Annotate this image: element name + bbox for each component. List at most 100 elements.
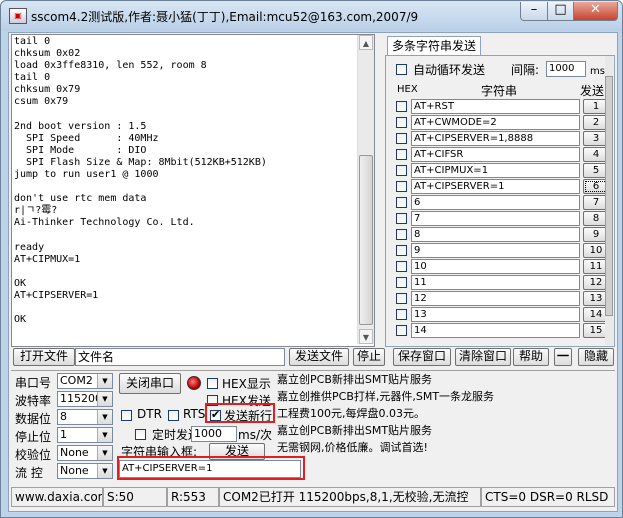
- row-string-input[interactable]: AT+CIPMUX=1: [411, 163, 580, 178]
- row-hex-checkbox[interactable]: [396, 325, 407, 336]
- send-file-button[interactable]: 发送文件: [289, 348, 349, 366]
- stop-button[interactable]: 停止: [353, 348, 385, 366]
- client-area: tail 0 chksum 0x02 load 0x3ffe8310, len …: [8, 32, 618, 512]
- row-hex-checkbox[interactable]: [396, 245, 407, 256]
- row-string-input[interactable]: 6: [411, 195, 580, 210]
- row-string-input[interactable]: 14: [411, 323, 580, 338]
- receive-area[interactable]: tail 0 chksum 0x02 load 0x3ffe8310, len …: [11, 34, 375, 347]
- list-item: 14 15: [391, 323, 609, 339]
- timed-send-interval-input[interactable]: 1000: [191, 426, 237, 442]
- minimize-button[interactable]: –: [520, 2, 548, 21]
- timed-send-unit: ms/次: [238, 428, 272, 442]
- port-label: 串口号: [15, 376, 52, 390]
- clear-window-button[interactable]: 清除窗口: [455, 348, 511, 366]
- scroll-up-icon[interactable]: ▲: [359, 35, 373, 50]
- collapse-button[interactable]: 一: [554, 348, 572, 366]
- row-hex-checkbox[interactable]: [396, 213, 407, 224]
- port-select[interactable]: COM2 ▼: [57, 373, 113, 389]
- row-hex-checkbox[interactable]: [396, 117, 407, 128]
- flow-control-select[interactable]: None ▼: [57, 463, 113, 479]
- row-hex-checkbox[interactable]: [396, 277, 407, 288]
- row-string-input[interactable]: 11: [411, 275, 580, 290]
- row-string-input[interactable]: 8: [411, 227, 580, 242]
- baud-value: 115200: [60, 392, 102, 405]
- list-item: AT+CWMODE=2 2: [391, 115, 609, 131]
- row-string-input[interactable]: 13: [411, 307, 580, 322]
- help-button[interactable]: 帮助: [513, 348, 549, 366]
- dtr-label: DTR: [137, 407, 162, 421]
- ad-line: 无需钢网,价格低廉。调试首选!: [277, 441, 428, 454]
- row-hex-checkbox[interactable]: [396, 309, 407, 320]
- chevron-down-icon: ▼: [97, 374, 112, 388]
- rts-checkbox[interactable]: [168, 410, 179, 421]
- tab-multi-string[interactable]: 多条字符串发送: [387, 36, 481, 55]
- receive-scrollbar[interactable]: ▲ ▼: [357, 35, 374, 344]
- title-bar[interactable]: ▣ sscom4.2测试版,作者:聂小猛(丁丁),Email:mcu52@163…: [1, 1, 622, 31]
- parity-select[interactable]: None ▼: [57, 445, 113, 461]
- row-string-input[interactable]: AT+RST: [411, 99, 580, 114]
- chevron-down-icon: ▼: [97, 446, 112, 460]
- hex-show-checkbox[interactable]: [207, 378, 218, 389]
- stop-bits-label: 停止位: [15, 430, 52, 444]
- timed-send-checkbox[interactable]: [135, 429, 146, 440]
- ad-line: 嘉立创PCB新排出SMT贴片服务: [277, 424, 433, 437]
- row-string-input[interactable]: AT+CIPSERVER=1,8888: [411, 131, 580, 146]
- list-item: AT+RST 1: [391, 99, 609, 115]
- maximize-button[interactable]: □: [547, 2, 574, 21]
- row-string-input[interactable]: 7: [411, 211, 580, 226]
- scroll-down-icon[interactable]: ▼: [359, 329, 373, 344]
- row-hex-checkbox[interactable]: [396, 165, 407, 176]
- close-port-button[interactable]: 关闭串口: [119, 373, 181, 394]
- port-value: COM2: [60, 374, 93, 387]
- interval-unit: ms: [590, 66, 605, 77]
- scroll-thumb[interactable]: [359, 155, 373, 325]
- hide-button[interactable]: 隐藏: [578, 348, 614, 366]
- chevron-down-icon: ▼: [97, 428, 112, 442]
- chevron-down-icon: ▼: [97, 464, 112, 478]
- file-name-input[interactable]: 文件名: [75, 348, 285, 366]
- dtr-checkbox[interactable]: [121, 410, 132, 421]
- row-hex-checkbox[interactable]: [396, 229, 407, 240]
- panel-scrollbar[interactable]: [605, 56, 613, 345]
- data-bits-select[interactable]: 8 ▼: [57, 409, 113, 425]
- row-hex-checkbox[interactable]: [396, 149, 407, 160]
- row-hex-checkbox[interactable]: [396, 181, 407, 192]
- panel-scroll-thumb[interactable]: [605, 76, 613, 316]
- highlight-input: [117, 456, 305, 480]
- ad-banner[interactable]: 嘉立创PCB新排出SMT贴片服务 嘉立创推供PCB打样,元器件,SMT一条龙服务…: [277, 371, 527, 456]
- baud-select[interactable]: 115200 ▼: [57, 391, 113, 407]
- open-file-button[interactable]: 打开文件: [13, 348, 75, 366]
- list-item: 11 12: [391, 275, 609, 291]
- row-hex-checkbox[interactable]: [396, 197, 407, 208]
- multi-string-panel: 自动循环发送 间隔: 1000 ms HEX 字符串 发送 AT+RST 1 AT+…: [385, 55, 615, 347]
- list-item: 12 13: [391, 291, 609, 307]
- data-bits-label: 数据位: [15, 412, 52, 426]
- row-string-input[interactable]: AT+CWMODE=2: [411, 115, 580, 130]
- list-item: AT+CIPMUX=1 5: [391, 163, 609, 179]
- row-hex-checkbox[interactable]: [396, 261, 407, 272]
- hex-show-label: HEX显示: [222, 377, 271, 391]
- string-column-header: 字符串: [481, 84, 518, 98]
- row-string-input[interactable]: AT+CIPSERVER=1: [411, 179, 580, 194]
- receive-text: tail 0 chksum 0x02 load 0x3ffe8310, len …: [14, 36, 267, 326]
- close-button[interactable]: ✕: [573, 2, 618, 21]
- save-window-button[interactable]: 保存窗口: [393, 348, 451, 366]
- port-status-light-icon: [187, 376, 201, 390]
- auto-loop-checkbox[interactable]: [396, 64, 407, 75]
- status-site[interactable]: www.daxia.com: [11, 487, 103, 507]
- list-item: 67: [391, 195, 609, 211]
- interval-input[interactable]: 1000: [546, 61, 586, 77]
- stop-bits-select[interactable]: 1 ▼: [57, 427, 113, 443]
- app-icon: ▣: [9, 8, 27, 24]
- row-hex-checkbox[interactable]: [396, 133, 407, 144]
- row-string-input[interactable]: 10: [411, 259, 580, 274]
- row-hex-checkbox[interactable]: [396, 293, 407, 304]
- row-string-input[interactable]: 9: [411, 243, 580, 258]
- row-string-input[interactable]: AT+CIFSR: [411, 147, 580, 162]
- chevron-down-icon: ▼: [97, 392, 112, 406]
- send-column-header: 发送: [580, 84, 605, 98]
- status-sent: S:50: [103, 487, 167, 507]
- row-string-input[interactable]: 12: [411, 291, 580, 306]
- ad-line: 嘉立创推供PCB打样,元器件,SMT一条龙服务: [277, 390, 495, 403]
- row-hex-checkbox[interactable]: [396, 101, 407, 112]
